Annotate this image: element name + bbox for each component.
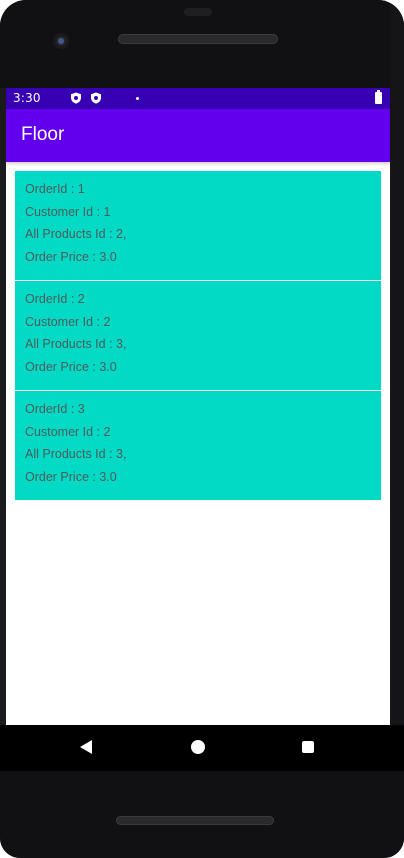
products-id-text: All Products Id : 2, — [25, 227, 127, 241]
orders-list: OrderId : 1 Customer Id : 1 All Products… — [15, 171, 381, 501]
order-card[interactable]: OrderId : 1 Customer Id : 1 All Products… — [15, 171, 381, 280]
proximity-sensor — [184, 8, 212, 16]
front-camera — [53, 33, 69, 49]
home-icon[interactable] — [191, 740, 205, 754]
bottom-speaker — [116, 816, 274, 825]
products-id-text: All Products Id : 3, — [25, 447, 127, 461]
customer-id-text: Customer Id : 1 — [25, 205, 111, 219]
status-bar: 3:30 — [6, 88, 390, 109]
status-time: 3:30 — [13, 91, 41, 105]
app-title: Floor — [21, 124, 65, 145]
recents-icon[interactable] — [302, 741, 314, 753]
shield-icon — [71, 92, 81, 104]
earpiece-speaker — [118, 34, 278, 44]
order-id-text: OrderId : 3 — [25, 402, 85, 416]
order-id-text: OrderId : 1 — [25, 182, 85, 196]
notification-dot-icon — [136, 97, 139, 100]
order-card[interactable]: OrderId : 3 Customer Id : 2 All Products… — [15, 391, 381, 500]
app-bar: Floor — [6, 109, 390, 162]
order-card[interactable]: OrderId : 2 Customer Id : 2 All Products… — [15, 281, 381, 390]
products-id-text: All Products Id : 3, — [25, 337, 127, 351]
app-screen: 3:30 Floor OrderId : 1 Customer Id : 1 A… — [6, 88, 390, 725]
order-price-text: Order Price : 3.0 — [25, 470, 117, 484]
order-price-text: Order Price : 3.0 — [25, 250, 117, 264]
shield-icon — [91, 92, 101, 104]
battery-icon — [375, 90, 382, 104]
phone-device: 3:30 Floor OrderId : 1 Customer Id : 1 A… — [0, 0, 404, 858]
bottom-bezel — [0, 771, 404, 858]
customer-id-text: Customer Id : 2 — [25, 315, 111, 329]
customer-id-text: Customer Id : 2 — [25, 425, 111, 439]
order-id-text: OrderId : 2 — [25, 292, 85, 306]
navigation-bar — [0, 725, 404, 771]
back-icon[interactable] — [80, 740, 92, 754]
order-price-text: Order Price : 3.0 — [25, 360, 117, 374]
